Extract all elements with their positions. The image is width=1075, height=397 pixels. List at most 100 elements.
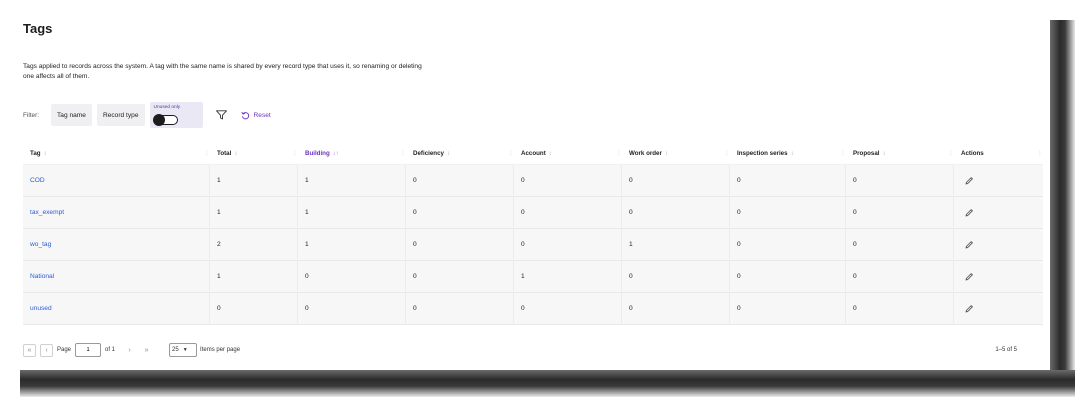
building-cell: 1: [298, 228, 406, 261]
page-description: Tags applied to records across the syste…: [23, 63, 422, 80]
page-title: Tags: [23, 21, 53, 36]
tag-name-link[interactable]: wo_tag: [23, 228, 210, 261]
building-cell: 0: [298, 292, 406, 325]
actions-cell: [954, 165, 1043, 197]
items-per-page-label: Items per page: [200, 347, 241, 353]
reset-label: Reset: [253, 111, 271, 119]
work-order-cell: 0: [622, 196, 730, 229]
sort-desc-icon: ↓↑: [332, 150, 339, 157]
column-header-tag[interactable]: Tag ↕ ⋮: [23, 143, 210, 165]
work-order-cell: 1: [622, 228, 730, 261]
deficiency-cell: 0: [406, 228, 514, 261]
reset-button[interactable]: Reset: [240, 111, 271, 120]
previous-page-button[interactable]: ‹: [40, 343, 53, 357]
total-cell: 1: [210, 260, 298, 293]
record-type-filter-button[interactable]: Record type: [96, 104, 145, 126]
sort-icon: ↕: [446, 150, 450, 157]
next-page-button[interactable]: ›: [123, 344, 136, 357]
deficiency-cell: 0: [406, 260, 514, 293]
column-resize-handle[interactable]: ⋮: [1037, 150, 1043, 157]
account-cell: 0: [514, 196, 622, 229]
actions-cell: [954, 293, 1043, 325]
page-label: Page: [57, 347, 72, 353]
toggle-track[interactable]: [152, 114, 178, 126]
proposal-cell: 0: [846, 292, 954, 325]
pagination-bar: « ‹ Page of 1 › » 25 ▼ Items per page 1–…: [23, 340, 1033, 360]
pencil-icon[interactable]: [963, 271, 975, 283]
table-row: unused 0 0 0 0 0 0 0: [23, 292, 1043, 325]
tag-name-link[interactable]: tax_exempt: [23, 196, 210, 229]
pencil-icon[interactable]: [963, 303, 975, 315]
account-cell: 0: [514, 292, 622, 325]
column-header-building[interactable]: Building ↓↑ ⋮: [298, 143, 406, 165]
column-header-actions: Actions ⋮: [961, 150, 1043, 157]
deficiency-cell: 0: [406, 164, 514, 197]
last-page-button[interactable]: »: [140, 344, 153, 357]
items-per-page-select[interactable]: 25 ▼: [169, 343, 198, 357]
building-cell: 1: [298, 164, 406, 197]
actions-cell: [954, 197, 1043, 229]
reset-icon: [240, 111, 249, 119]
proposal-cell: 0: [846, 164, 954, 197]
work-order-cell: 0: [622, 164, 730, 197]
sort-icon: ↕: [882, 150, 886, 157]
building-cell: 0: [298, 260, 406, 293]
account-cell: 1: [514, 260, 622, 293]
table-row: COD 1 1 0 0 0 0 0: [23, 164, 1043, 197]
table-row: wo_tag 2 1 0 0 1 0 0: [23, 228, 1043, 261]
column-header-proposal[interactable]: Proposal ↕ ⋮: [846, 143, 954, 165]
column-header-total[interactable]: Total ↕ ⋮: [210, 143, 298, 165]
pencil-icon[interactable]: [963, 207, 975, 219]
table-body: COD 1 1 0 0 0 0 0 tax_exempt 1 1 0 0 0 0: [23, 164, 1043, 325]
pencil-icon[interactable]: [963, 239, 975, 251]
double-chevron-left-icon: «: [27, 346, 32, 354]
sort-icon: ↕: [234, 150, 238, 157]
column-header-deficiency[interactable]: Deficiency ↕ ⋮: [406, 143, 514, 165]
tag-name-link[interactable]: National: [23, 260, 210, 293]
filter-funnel-icon[interactable]: [215, 108, 229, 122]
unused-only-label: Unused only: [153, 105, 181, 110]
column-header-work-order[interactable]: Work order ↕ ⋮: [622, 143, 730, 165]
proposal-cell: 0: [846, 196, 954, 229]
chevron-left-icon: ‹: [45, 346, 48, 354]
column-header-account[interactable]: Account ↕ ⋮: [514, 143, 622, 165]
actions-cell: [954, 261, 1043, 293]
sort-icon: ↕: [548, 150, 552, 157]
inspection-series-cell: 0: [730, 228, 846, 261]
deficiency-cell: 0: [406, 196, 514, 229]
window-shadow-bottom: [20, 370, 1075, 397]
tags-table: Tag ↕ ⋮ Total ↕ ⋮ Building ↓↑ ⋮ Deficiency ↕ ⋮ A…: [23, 143, 1043, 325]
tags-panel: Tags Tags applied to records across the …: [0, 0, 1050, 370]
work-order-cell: 0: [622, 292, 730, 325]
double-chevron-right-icon: »: [144, 346, 149, 354]
tag-name-filter-button[interactable]: Tag name: [50, 104, 92, 126]
account-cell: 0: [514, 228, 622, 261]
proposal-cell: 0: [846, 260, 954, 293]
unused-only-toggle[interactable]: Unused only: [149, 102, 203, 128]
inspection-series-cell: 0: [730, 164, 846, 197]
actions-cell: [954, 229, 1043, 261]
building-cell: 1: [298, 196, 406, 229]
inspection-series-cell: 0: [730, 292, 846, 325]
table-row: tax_exempt 1 1 0 0 0 0 0: [23, 196, 1043, 229]
total-cell: 2: [210, 228, 298, 261]
table-row: National 1 0 0 1 0 0 0: [23, 260, 1043, 293]
filter-bar: Filter: Tag name Record type Unused only…: [23, 102, 271, 128]
sort-icon: ↕: [790, 150, 794, 157]
column-header-inspection-series[interactable]: Inspection series ↕ ⋮: [730, 143, 846, 165]
chevron-down-icon: ▼: [182, 347, 188, 353]
tag-name-link[interactable]: unused: [23, 292, 210, 325]
chevron-right-icon: ›: [128, 346, 131, 354]
page-count-label: of 1: [105, 347, 116, 353]
account-cell: 0: [514, 164, 622, 197]
table-header: Tag ↕ ⋮ Total ↕ ⋮ Building ↓↑ ⋮ Deficiency ↕ ⋮ A…: [23, 143, 1043, 165]
deficiency-cell: 0: [406, 292, 514, 325]
pencil-icon[interactable]: [963, 175, 975, 187]
results-range: 1–5 of 5: [995, 347, 1017, 353]
sort-icon: ↕: [664, 150, 668, 157]
page-number-input[interactable]: [75, 343, 102, 357]
first-page-button[interactable]: «: [23, 343, 36, 357]
tag-name-link[interactable]: COD: [23, 164, 210, 197]
filter-label: Filter:: [23, 111, 39, 119]
inspection-series-cell: 0: [730, 196, 846, 229]
